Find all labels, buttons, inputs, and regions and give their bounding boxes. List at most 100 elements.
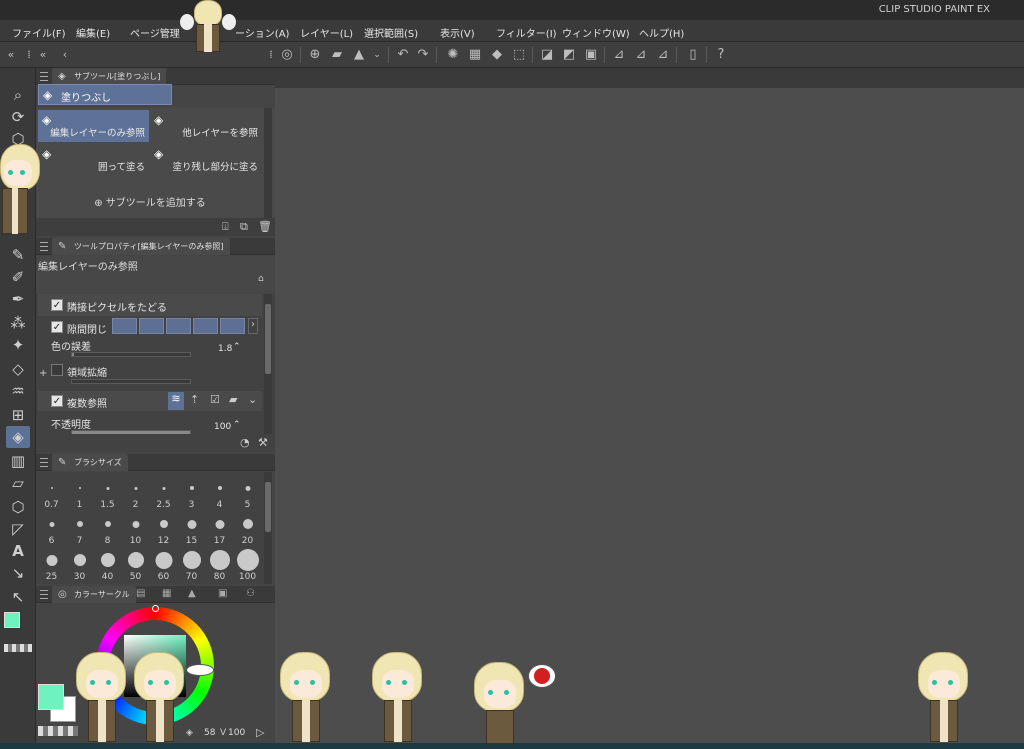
invert-selection-icon[interactable]: ◩ [560,46,578,64]
menu-selection[interactable]: 選択範囲(S) [364,25,418,40]
expand-slider[interactable] [71,379,191,384]
layer-stack-icon[interactable]: ≋ [168,392,184,410]
help-icon[interactable]: ? [712,46,730,64]
brush-size-40[interactable]: 40 [94,548,121,582]
menu-animation[interactable]: ーション(A) [235,25,289,40]
menu-page[interactable]: ページ管理 [130,25,180,40]
panel-menu-icon[interactable] [40,458,48,467]
color-circle-tab[interactable]: ◎ カラーサークル [52,586,136,603]
menu-edit[interactable]: 編集(E) [76,25,110,40]
frame-tool-icon[interactable]: ⊞ [6,404,30,426]
save-icon[interactable]: ▲ [350,46,368,64]
save-dropdown-icon[interactable]: ⌄ [368,46,386,64]
subtool-item-unfilled[interactable]: ◈ 塗り残し部分に塗る [150,144,262,176]
dropdown-icon[interactable]: ⌄ [248,393,257,406]
snap-special-ruler-icon[interactable]: ⊿ [632,46,650,64]
download-icon[interactable]: ⍗ [222,220,229,234]
menu-view[interactable]: 表示(V) [440,25,475,40]
lock-icon[interactable]: ⌂ [258,274,264,284]
ref-layer-icon[interactable]: ⇡ [190,393,199,406]
pencil-tool-icon[interactable]: ✐ [6,266,30,288]
snap-ruler-icon[interactable]: ⊿ [610,46,628,64]
gap-level-5[interactable] [220,318,245,334]
clip-studio-icon[interactable]: ◎ [278,46,296,64]
collapse-icon[interactable]: « [34,46,52,64]
brush-size-tab[interactable]: ✎ ブラシサイズ [52,454,128,471]
brush-tool-icon[interactable]: ✒ [6,288,30,310]
main-color-box[interactable] [38,684,64,710]
tolerance-slider[interactable] [71,352,191,357]
approximate-color-tab-icon[interactable]: ▣ [218,588,227,599]
brush-size-5[interactable]: 5 [234,476,261,510]
gap-level-4[interactable] [193,318,218,334]
brush-scrollbar[interactable] [264,472,272,584]
gap-level-1[interactable] [112,318,137,334]
property-scrollbar[interactable] [264,294,272,434]
brush-size-70[interactable]: 70 [178,548,205,582]
fill-tool-icon[interactable]: ◈ [6,426,30,448]
brush-size-80[interactable]: 80 [206,548,233,582]
hue-handle[interactable] [152,605,159,612]
gap-level-3[interactable] [166,318,191,334]
trash-icon[interactable]: 🗑 [258,220,272,233]
selected-layer-icon[interactable]: ☑ [210,393,220,406]
wrench-icon[interactable]: ⚒ [258,436,268,449]
panel-menu-icon[interactable] [40,72,48,81]
spin-icon[interactable]: ⌃ [233,342,241,352]
transparent-color-swatch[interactable] [4,644,32,652]
fill-icon[interactable]: ◆ [488,46,506,64]
spin-icon[interactable]: ⌃ [233,420,241,430]
show-selection-icon[interactable]: ▣ [582,46,600,64]
menu-help[interactable]: ヘルプ(H) [639,25,684,40]
balloon-tool-icon[interactable]: ◸ [6,518,30,540]
brush-size-30[interactable]: 30 [66,548,93,582]
brush-size-8[interactable]: 8 [94,512,121,546]
transform-icon[interactable]: ⬚ [510,46,528,64]
main-color-swatch[interactable] [4,612,20,628]
adjacent-checkbox[interactable]: ✓ [51,299,63,311]
brush-size-2[interactable]: 2 [122,476,149,510]
brush-size-10[interactable]: 10 [122,512,149,546]
gap-checkbox[interactable]: ✓ [51,321,63,333]
subtool-item-other-layer[interactable]: ◈ 他レイヤーを参照 [150,110,262,142]
operation-tool-icon[interactable]: ↖ [6,586,30,608]
subtool-item-edit-layer[interactable]: ◈ 編集レイヤーのみ参照 [38,110,149,142]
panel-menu-icon[interactable] [40,242,48,251]
open-folder-icon[interactable]: ▰ [328,46,346,64]
figure-tool-icon[interactable]: ⬡ [6,496,30,518]
brush-size-3[interactable]: 3 [178,476,205,510]
subtool-item-enclose[interactable]: ◈ 囲って塗る [38,144,149,176]
back-icon[interactable]: ‹ [56,46,74,64]
menu-filter[interactable]: フィルター(I) [496,25,557,40]
text-tool-icon[interactable]: A [6,540,30,562]
blend-tool-icon[interactable]: ♒ [6,380,30,402]
subtool-scrollbar[interactable] [264,108,272,218]
add-subtool-button[interactable]: ⊕ サブツールを追加する [36,194,264,209]
brush-size-25[interactable]: 25 [38,548,65,582]
move-tool-icon[interactable]: ⟳ [6,106,30,128]
play-icon[interactable]: ▷ [256,726,264,739]
brush-size-15[interactable]: 15 [178,512,205,546]
redo-icon[interactable]: ↷ [414,46,432,64]
frame-border-tool-icon[interactable]: ▱ [6,472,30,494]
brush-size-100[interactable]: 100 [234,548,261,582]
copy-icon[interactable]: ⧉ [240,220,248,234]
brush-size-6[interactable]: 6 [38,512,65,546]
brush-size-4[interactable]: 4 [206,476,233,510]
gap-expand-icon[interactable]: › [248,318,258,334]
undo-icon[interactable]: ↶ [394,46,412,64]
brush-size-17[interactable]: 17 [206,512,233,546]
tool-property-tab[interactable]: ✎ ツールプロパティ[編集レイヤーのみ参照] [52,238,230,255]
brush-size-50[interactable]: 50 [122,548,149,582]
clear-icon[interactable]: ✺ [444,46,462,64]
panel-menu-icon[interactable] [40,590,48,599]
multi-checkbox[interactable]: ✓ [51,395,63,407]
brush-size-7[interactable]: 7 [66,512,93,546]
gap-level-2[interactable] [139,318,164,334]
subtool-tab[interactable]: ◈ サブツール[塗りつぶし] [52,68,167,85]
brush-size-1.5[interactable]: 1.5 [94,476,121,510]
folder-icon[interactable]: ▰ [229,393,237,406]
menu-layer[interactable]: レイヤー(L) [300,25,353,40]
brush-size-20[interactable]: 20 [234,512,261,546]
gradient-tool-icon[interactable]: ▥ [6,450,30,472]
